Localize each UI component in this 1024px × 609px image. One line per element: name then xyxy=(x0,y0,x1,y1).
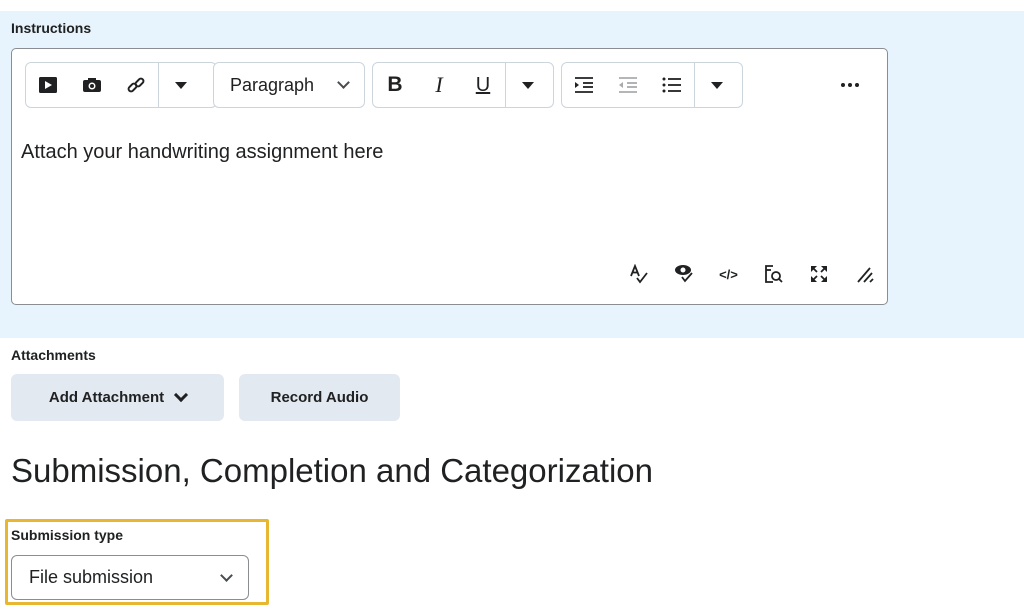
bullet-list-icon[interactable] xyxy=(650,63,694,107)
format-select-value: Paragraph xyxy=(230,74,315,95)
instructions-label: Instructions xyxy=(11,20,92,36)
more-options-icon[interactable] xyxy=(830,74,870,96)
caret-down-icon xyxy=(522,81,534,89)
editor-bottom-tools: </> xyxy=(616,261,886,287)
italic-button[interactable]: I xyxy=(417,63,461,107)
insert-link-icon[interactable] xyxy=(114,63,158,107)
toolbar-style-group: B I U xyxy=(372,62,554,108)
toolbar-list-group xyxy=(561,62,743,108)
submission-type-label: Submission type xyxy=(11,527,124,543)
preview-icon[interactable] xyxy=(751,261,796,287)
editor-content[interactable]: Attach your handwriting assignment here xyxy=(21,141,383,164)
chevron-down-icon xyxy=(220,568,233,582)
submission-type-value: File submission xyxy=(29,567,154,587)
submission-type-select[interactable]: File submission xyxy=(11,555,249,600)
source-code-icon[interactable]: </> xyxy=(706,261,751,287)
insert-camera-icon[interactable] xyxy=(70,63,114,107)
chevron-down-icon xyxy=(337,76,350,89)
underline-button[interactable]: U xyxy=(461,63,505,107)
add-attachment-label: Add Attachment xyxy=(48,389,165,406)
indent-icon[interactable] xyxy=(562,63,606,107)
record-audio-button[interactable]: Record Audio xyxy=(239,374,400,421)
add-attachment-button[interactable]: Add Attachment xyxy=(11,374,224,421)
caret-down-icon xyxy=(711,81,723,89)
style-more-dropdown[interactable] xyxy=(506,63,550,107)
accessibility-checker-icon[interactable] xyxy=(661,261,706,287)
spellcheck-icon[interactable] xyxy=(616,261,661,287)
insert-video-icon[interactable] xyxy=(26,63,70,107)
section-title: Submission, Completion and Categorizatio… xyxy=(11,452,654,489)
resize-icon[interactable] xyxy=(841,261,886,287)
insert-more-dropdown[interactable] xyxy=(159,63,203,107)
outdent-icon[interactable] xyxy=(606,63,650,107)
attachments-label: Attachments xyxy=(11,347,96,363)
toolbar-insert-group xyxy=(25,62,217,108)
format-select[interactable]: Paragraph xyxy=(213,62,365,108)
caret-down-icon xyxy=(175,81,187,89)
list-more-dropdown[interactable] xyxy=(695,63,739,107)
rich-text-editor[interactable]: Paragraph B I U Attach your handwriting … xyxy=(11,48,888,305)
record-audio-label: Record Audio xyxy=(270,389,369,406)
bold-button[interactable]: B xyxy=(373,63,417,107)
fullscreen-icon[interactable] xyxy=(796,261,841,287)
chevron-down-icon xyxy=(174,387,189,402)
